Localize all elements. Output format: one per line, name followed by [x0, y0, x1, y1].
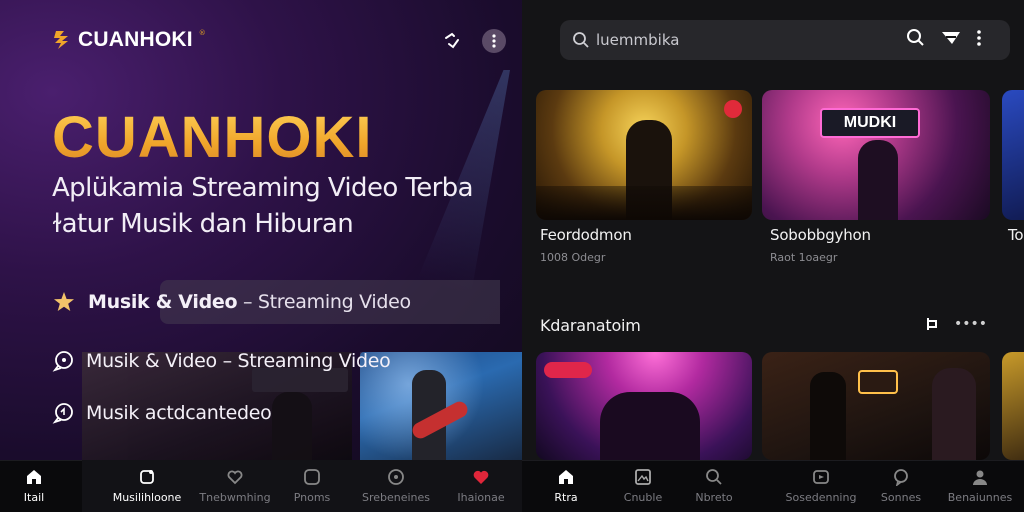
music-note-icon — [140, 470, 154, 484]
disc-icon — [388, 469, 404, 485]
nav-label: Benaiunnes — [947, 491, 1013, 504]
chat-bubble-icon — [52, 403, 73, 424]
singer-silhouette — [932, 368, 976, 460]
nav-item-favorites[interactable]: Ihaionae — [446, 460, 516, 512]
cast-button[interactable] — [440, 29, 464, 53]
stage-sign: MUDKI — [820, 108, 920, 138]
video-card[interactable]: MUDKI — [762, 90, 990, 220]
square-icon — [304, 469, 320, 485]
logo-icon — [54, 31, 68, 49]
nav-item-chat[interactable]: Sonnes — [876, 460, 926, 512]
stage-sign — [858, 370, 898, 394]
home-icon — [27, 470, 41, 484]
crowd — [536, 186, 752, 220]
cast-icon — [445, 32, 459, 49]
brand-logo[interactable]: CUANHOKI ® — [52, 28, 206, 52]
crowd-silhouettes — [600, 392, 700, 460]
video-icon — [813, 470, 829, 484]
nav-label: Ihaionae — [457, 491, 505, 504]
search-input[interactable]: luemmbika — [596, 31, 679, 49]
live-badge — [724, 100, 742, 118]
video-card[interactable] — [1002, 90, 1024, 220]
hero-subtitle: Aplükamia Streaming Video Terba ɫatur Mu… — [52, 170, 512, 242]
video-card[interactable] — [536, 90, 752, 220]
card-title[interactable]: Feordodmon — [540, 226, 632, 244]
nav-label: Sonnes — [880, 491, 922, 504]
nav-item-rooms[interactable]: Pnoms — [280, 460, 344, 512]
feature-label: Musik actdcantedeo — [86, 402, 272, 424]
nav-label: Sosedenning — [785, 491, 857, 504]
heart-icon — [473, 470, 489, 484]
filter-icon[interactable] — [940, 28, 962, 48]
nav-item-home[interactable]: Itail — [8, 460, 60, 512]
nav-label: Musilihloone — [112, 491, 182, 504]
search-icon — [573, 32, 589, 48]
nav-item-music[interactable]: Musilihloone — [92, 460, 202, 512]
image-icon — [635, 469, 651, 485]
registered-mark: ® — [198, 29, 206, 37]
video-card[interactable] — [762, 352, 990, 460]
card-title[interactable]: Sobobbgyhon — [770, 226, 871, 244]
nav-label: Rtra — [554, 491, 578, 504]
nav-label: Pnoms — [293, 491, 331, 504]
search-icon[interactable] — [906, 28, 926, 48]
search-icon — [706, 469, 722, 485]
feature-item[interactable]: Musik actdcantedeo — [52, 402, 272, 424]
performer-silhouette — [272, 392, 312, 460]
chat-bubble-icon — [52, 351, 73, 372]
browse-panel: luemmbika MUDKI Feordodmon 1008 Odegr So… — [522, 0, 1024, 460]
more-menu-button[interactable] — [482, 29, 506, 53]
more-options-button[interactable]: •••• — [954, 316, 987, 332]
search-bar[interactable]: luemmbika — [560, 20, 1010, 60]
hero-subtitle-line-1: Aplükamia Streaming Video Terba — [52, 173, 474, 203]
nav-item-search[interactable]: Nbreto — [692, 460, 736, 512]
more-vert-icon — [492, 34, 496, 48]
section-actions: •••• — [926, 316, 987, 332]
feature-item[interactable]: Musik & Video – Streaming Video — [52, 280, 500, 324]
heart-outline-icon — [227, 470, 243, 485]
star-icon — [54, 292, 74, 311]
nav-label: Tnebwmhing — [199, 491, 271, 504]
video-card[interactable] — [1002, 352, 1024, 460]
chat-icon — [894, 469, 908, 486]
nav-label: Srebeneines — [361, 491, 431, 504]
video-card[interactable] — [536, 352, 752, 460]
live-chip — [544, 362, 592, 378]
nav-item-gallery[interactable]: Cnuble — [618, 460, 668, 512]
card-meta: 1008 Odegr — [540, 251, 606, 264]
nav-label: Nbreto — [695, 491, 733, 504]
feature-label: – Streaming Video — [237, 291, 411, 313]
home-icon — [559, 470, 573, 484]
nav-item-streams[interactable]: Srebeneines — [356, 460, 436, 512]
user-icon — [973, 470, 987, 485]
feature-label-bold: Musik & Video — [88, 291, 238, 313]
section-title: Kdaranatoim — [540, 316, 641, 335]
hero-subtitle-line-2: ɫatur Musik dan Hiburan — [52, 209, 354, 239]
hero-title: CUANHOKI — [52, 105, 373, 170]
hero-actions — [440, 29, 506, 53]
play-outline-icon[interactable] — [926, 317, 940, 331]
guitarist-silhouette — [810, 372, 846, 460]
hero-panel: CUANHOKI ® CUANHOKI Aplükamia Streaming … — [0, 0, 522, 460]
search-actions — [906, 28, 982, 48]
more-vert-icon[interactable] — [976, 29, 982, 47]
nav-item-home[interactable]: Rtra — [546, 460, 586, 512]
nav-label: Itail — [23, 491, 45, 504]
card-meta: Raot 1oaegr — [770, 251, 838, 264]
feature-label: Musik & Video – Streaming Video — [86, 350, 391, 372]
card-title[interactable]: To — [1008, 226, 1024, 244]
app-screen: CUANHOKI ® CUANHOKI Aplükamia Streaming … — [0, 0, 1024, 512]
feature-item[interactable]: Musik & Video – Streaming Video — [52, 350, 391, 372]
singer-silhouette — [858, 140, 898, 220]
nav-item-profile[interactable]: Benaiunnes — [948, 460, 1012, 512]
nav-item-trending[interactable]: Tnebwmhing — [190, 460, 280, 512]
nav-item-streaming[interactable]: Sosedenning — [776, 460, 866, 512]
brand-name: CUANHOKI — [78, 28, 193, 51]
nav-label: Cnuble — [623, 491, 663, 504]
